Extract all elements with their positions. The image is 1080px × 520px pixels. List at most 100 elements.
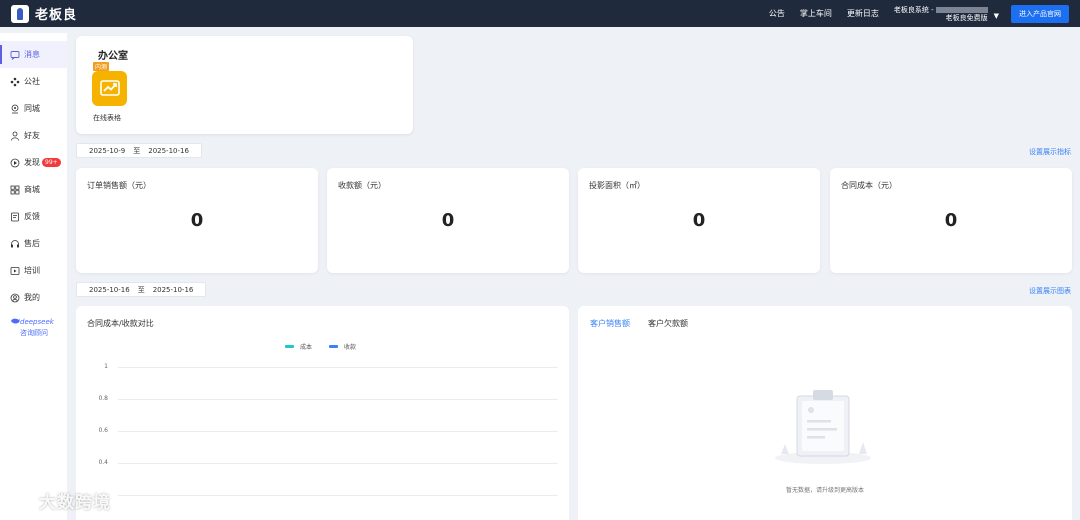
- sidebar-item-profile[interactable]: 我的: [0, 284, 67, 311]
- sidebar-item-label: 发现: [24, 158, 40, 167]
- sidebar-item-label: 好友: [24, 131, 40, 140]
- date-end: 2025-10-16: [148, 146, 189, 155]
- y-tick-label: 0.6: [98, 427, 108, 434]
- sidebar-item-community[interactable]: 公社: [0, 68, 67, 95]
- stat-label: 投影面积（㎡）: [589, 181, 645, 190]
- stat-value: 0: [692, 210, 706, 231]
- gridline: [118, 367, 558, 368]
- chevron-down-icon[interactable]: ▼: [994, 12, 999, 20]
- watermark: 大数跨境: [9, 488, 111, 513]
- y-tick-label: 0.4: [98, 459, 108, 466]
- stat-card-contract-cost: 合同成本（元） 0: [830, 168, 1072, 273]
- date-separator: 至: [137, 285, 145, 294]
- legend-label: 收款: [344, 344, 357, 351]
- announcement-link[interactable]: 公告: [769, 8, 785, 19]
- sidebar-item-feedback[interactable]: 反馈: [0, 203, 67, 230]
- headset-icon: [10, 239, 20, 249]
- logo-icon[interactable]: [11, 4, 29, 23]
- stat-label: 合同成本（元）: [841, 181, 897, 190]
- stat-value: 0: [441, 210, 455, 231]
- set-metrics-link[interactable]: 设置展示指标: [1029, 147, 1071, 157]
- gridline: [118, 495, 558, 496]
- legend-swatch: [329, 345, 339, 348]
- sidebar-item-aftersales[interactable]: 售后: [0, 230, 67, 257]
- stat-label: 收款额（元）: [338, 181, 386, 190]
- legend-swatch: [285, 345, 294, 348]
- sidebar-item-label: 培训: [24, 266, 40, 275]
- profile-icon: [10, 293, 20, 303]
- sidebar-item-label: 反馈: [24, 212, 40, 221]
- top-bar: 老板良 公告 掌上车间 更新日志 老板良系统 - 老板良免费版 ▼ 进入产品官网: [0, 0, 1080, 27]
- empty-clipboard-icon: [773, 386, 873, 466]
- sidebar-item-label: 公社: [24, 77, 40, 86]
- sales-tabs: 客户销售额 客户欠款额: [590, 318, 706, 329]
- stat-card-received: 收款额（元） 0: [327, 168, 569, 273]
- deepseek-consultant[interactable]: deepseek 咨询顾问: [0, 317, 67, 338]
- mall-icon: [10, 185, 20, 195]
- gridline: [118, 463, 558, 464]
- beta-tag: 内测: [93, 62, 110, 71]
- sidebar-item-label: 我的: [24, 293, 40, 302]
- feedback-icon: [10, 212, 20, 222]
- mobile-workshop-link[interactable]: 掌上车间: [800, 8, 832, 19]
- stat-card-projected-area: 投影面积（㎡） 0: [578, 168, 820, 273]
- stat-card-order-sales: 订单销售额（元） 0: [76, 168, 318, 273]
- office-card: 办公室 内测 在线表格: [76, 36, 413, 134]
- message-icon: [10, 50, 20, 60]
- empty-state-text: 暂无数据，请升级到更高版本: [785, 487, 864, 494]
- account-system-label: 老板良系统 -: [893, 5, 934, 14]
- redacted-text: [935, 6, 988, 13]
- legend-label: 成本: [300, 344, 313, 351]
- sidebar-item-label: 售后: [24, 239, 40, 248]
- tab-customer-sales[interactable]: 客户销售额: [590, 318, 630, 329]
- cost-vs-receipt-chart: 合同成本/收款对比 成本 收款 1 0.8 0.6 0.4: [76, 306, 569, 520]
- stat-value: 0: [944, 210, 958, 231]
- y-tick-label: 0.8: [98, 395, 108, 402]
- sidebar-item-message[interactable]: 消息: [0, 41, 67, 68]
- community-icon: [10, 77, 20, 87]
- sidebar-item-training[interactable]: 培训: [0, 257, 67, 284]
- y-tick-label: 1: [104, 363, 108, 370]
- training-icon: [10, 266, 20, 276]
- watermark-text: 大数跨境: [39, 493, 111, 513]
- stat-value: 0: [190, 210, 204, 231]
- date-range-picker-charts[interactable]: 2025-10-16 至 2025-10-16: [76, 282, 207, 297]
- chart-legend: 成本 收款: [285, 342, 373, 351]
- chart-up-icon: [99, 79, 120, 99]
- legend-item-receipt[interactable]: 收款: [329, 342, 356, 351]
- sidebar-item-local[interactable]: 同城: [0, 95, 67, 122]
- chart-title: 合同成本/收款对比: [87, 319, 154, 328]
- sidebar-item-label: 同城: [24, 104, 40, 113]
- discover-icon: [10, 158, 20, 168]
- gridline: [118, 399, 558, 400]
- deepseek-subtitle: 咨询顾问: [20, 329, 48, 337]
- date-start: 2025-10-16: [89, 285, 130, 294]
- sidebar-item-label: 商城: [24, 185, 40, 194]
- enter-website-button[interactable]: 进入产品官网: [1011, 4, 1069, 23]
- date-end: 2025-10-16: [152, 285, 194, 294]
- office-title: 办公室: [98, 51, 128, 62]
- online-sheet-app[interactable]: [92, 71, 127, 106]
- date-separator: 至: [133, 146, 141, 155]
- sidebar-item-friends[interactable]: 好友: [0, 122, 67, 149]
- tab-customer-debt[interactable]: 客户欠款额: [648, 318, 688, 329]
- stat-label: 订单销售额（元）: [87, 181, 151, 190]
- changelog-link[interactable]: 更新日志: [847, 8, 879, 19]
- customer-sales-card: 客户销售额 客户欠款额 暂无数据，请升级到更高版本: [578, 306, 1072, 520]
- date-range-picker[interactable]: 2025-10-9 至 2025-10-16: [76, 143, 202, 158]
- set-charts-link[interactable]: 设置展示图表: [1029, 286, 1071, 296]
- sidebar-item-mall[interactable]: 商城: [0, 176, 67, 203]
- deepseek-label: deepseek: [20, 318, 54, 326]
- sidebar-item-label: 消息: [24, 50, 40, 59]
- account-plan-label: 老板良免费版: [945, 13, 988, 22]
- gridline: [118, 431, 558, 432]
- app-label: 在线表格: [93, 114, 121, 122]
- brand-name[interactable]: 老板良: [35, 4, 77, 23]
- whale-icon: [10, 317, 20, 327]
- sidebar: 消息 公社 同城 好友 发现 99+ 商城 反馈 售后 培训 我的 deepse…: [0, 33, 67, 520]
- legend-item-cost[interactable]: 成本: [285, 342, 312, 351]
- account-menu[interactable]: 老板良系统 - 老板良免费版: [894, 6, 988, 22]
- watermark-logo-icon: [9, 488, 39, 513]
- sidebar-item-discover[interactable]: 发现 99+: [0, 149, 67, 176]
- location-icon: [10, 104, 20, 114]
